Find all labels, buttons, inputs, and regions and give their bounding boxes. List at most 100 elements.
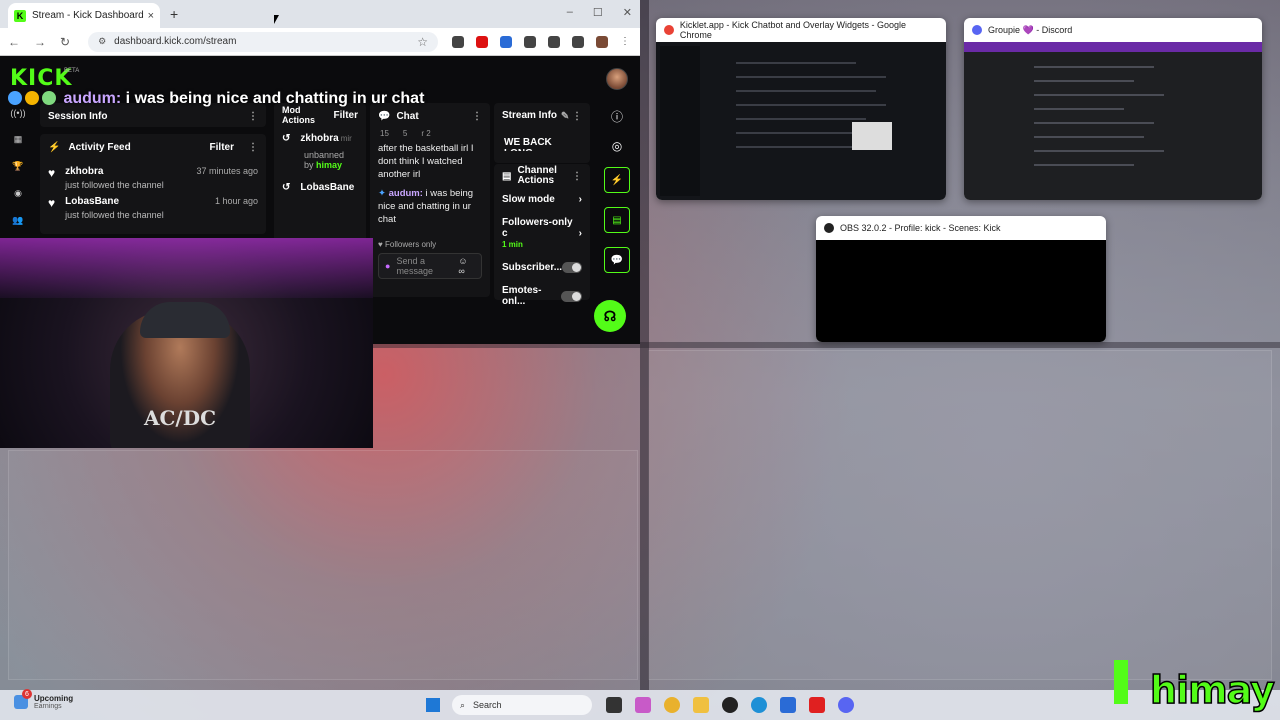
store-icon[interactable] (780, 697, 796, 713)
tab-close-button[interactable]: × (148, 10, 154, 22)
puzzle-extensions-icon[interactable] (524, 35, 536, 48)
notes-button[interactable]: ▤ (604, 207, 630, 233)
avatar[interactable] (606, 68, 628, 90)
followers-only-text: Followers only (384, 240, 437, 249)
mod-actions-title: Mod Actions (282, 105, 316, 125)
overlay-username: audum: (63, 90, 122, 107)
discord-window-thumbnail[interactable]: Groupie 💜 - Discord (964, 18, 1262, 200)
chat-message: ✦ audum: i was being nice and chatting i… (370, 187, 490, 226)
mod-target-name[interactable]: LobasBane (300, 182, 354, 193)
channel-actions-header: ▤ Channel Actions ⋮ (494, 164, 590, 188)
more-icon[interactable]: ⋮ (572, 171, 582, 182)
sidebar-icon[interactable] (548, 35, 560, 48)
followers-only-row[interactable]: Followers-only c1 min › (494, 211, 590, 256)
preview-line (736, 90, 876, 92)
address-bar-row: ← → ↻ ⚙ dashboard.kick.com/stream ☆ ⋮ (0, 28, 640, 56)
emotes-only-toggle[interactable] (561, 290, 582, 302)
url-field[interactable]: ⚙ dashboard.kick.com/stream ☆ (88, 31, 438, 52)
subscriber-label: Subscriber... (502, 262, 563, 273)
mod-filter-button[interactable]: Filter (334, 110, 358, 121)
calendar-nav-icon[interactable]: ▦ (14, 134, 23, 145)
obs-taskbar-icon[interactable] (722, 697, 738, 713)
extension-icon[interactable] (452, 35, 464, 48)
slow-mode-row[interactable]: Slow mode › (494, 188, 590, 211)
preview-line (736, 76, 886, 78)
activity-feed-header: ⚡ Activity Feed Filter ⋮ (40, 134, 266, 160)
reload-button[interactable]: ↻ (60, 35, 70, 49)
stream-title: WE BACK LONG STREAM!! (504, 137, 552, 151)
search-label: Search (473, 700, 502, 710)
back-button[interactable]: ← (8, 35, 20, 49)
extension-icon[interactable] (500, 35, 512, 48)
activity-filter-button[interactable]: Filter (210, 142, 234, 153)
heart-icon: ♥ (48, 196, 56, 210)
chat-popout-button[interactable]: 💬 (604, 247, 630, 273)
widget-title: Upcoming (34, 694, 74, 703)
more-icon[interactable]: ⋮ (248, 111, 258, 122)
new-tab-button[interactable]: + (170, 6, 178, 22)
edit-icon[interactable]: ✎ ⋮ (561, 111, 582, 122)
camera-icon[interactable]: ◎ (612, 139, 622, 153)
more-icon[interactable]: ⋮ (472, 111, 482, 122)
url-text: dashboard.kick.com/stream (114, 36, 237, 47)
browser-tab[interactable]: K Stream - Kick Dashboard × (8, 3, 160, 28)
mod-target-name[interactable]: zkhobra (300, 133, 338, 144)
obs-window-thumbnail[interactable]: OBS 32.0.2 - Profile: kick - Scenes: Kic… (816, 216, 1106, 342)
window-title-bar: OBS 32.0.2 - Profile: kick - Scenes: Kic… (816, 216, 1106, 240)
overlay-accent-bar (1114, 660, 1128, 704)
minimize-button[interactable]: – (567, 6, 573, 19)
chat-username[interactable]: audum: (389, 188, 423, 199)
mouse-cursor-icon (274, 15, 279, 24)
file-explorer-icon[interactable] (693, 697, 709, 713)
downloads-icon[interactable] (572, 35, 584, 48)
site-info-icon[interactable]: ⚙ (98, 36, 106, 47)
opera-extension-icon[interactable] (476, 35, 488, 48)
follower-name[interactable]: LobasBane (65, 196, 164, 207)
moderator-name[interactable]: himay (316, 160, 342, 170)
overlay-chat-message: audum: i was being nice and chatting in … (8, 90, 424, 108)
info-icon[interactable]: ⓘ (611, 108, 623, 125)
chat-panel: 💬 Chat ⋮ 15 5 r 2 after the basketball i… (370, 103, 490, 297)
trophy-nav-icon[interactable]: 🏆 (12, 161, 23, 172)
discord-taskbar-icon[interactable] (838, 697, 854, 713)
window-title: Kicklet.app - Kick Chatbot and Overlay W… (679, 20, 907, 40)
session-info-title: Session Info (48, 110, 108, 122)
camera-nav-icon[interactable]: ◉ (14, 188, 22, 199)
edge-icon[interactable] (751, 697, 767, 713)
slow-mode-label: Slow mode (502, 194, 555, 205)
window-title-bar: Groupie 💜 - Discord (964, 18, 1262, 42)
kicklet-window-thumbnail[interactable]: Kicklet.app - Kick Chatbot and Overlay W… (656, 18, 946, 200)
youtube-icon[interactable] (809, 697, 825, 713)
chrome-taskbar-icon[interactable] (664, 697, 680, 713)
history-icon: ↺ (282, 133, 291, 144)
subscriber-toggle[interactable] (562, 262, 582, 273)
followers-only-duration: 1 min (502, 240, 523, 249)
windows-start-icon[interactable] (426, 698, 440, 712)
list-item: ♥ LobasBane just followed the channel 1 … (40, 196, 266, 226)
chrome-menu-icon[interactable]: ⋮ (620, 36, 632, 48)
copilot-icon[interactable] (635, 697, 651, 713)
window-controls: – ☐ ✕ (567, 6, 632, 19)
follower-name[interactable]: zkhobra (65, 166, 164, 177)
chat-count: 15 (380, 129, 389, 138)
maximize-button[interactable]: ☐ (593, 6, 603, 19)
task-view-icon[interactable] (606, 697, 622, 713)
stream-nav-icon[interactable]: ((•)) (10, 108, 25, 118)
close-window-button[interactable]: ✕ (623, 6, 632, 19)
more-icon[interactable]: ⋮ (248, 142, 258, 153)
forward-button[interactable]: → (34, 35, 46, 49)
profile-avatar-icon[interactable] (596, 35, 608, 48)
quick-action-button[interactable]: ⚡ (604, 167, 630, 193)
stream-info-panel: Stream Info ✎ ⋮ WE BACK LONG STREAM!! (494, 103, 590, 163)
weather-widget[interactable]: 6 Upcoming Earnings (14, 689, 74, 710)
mic-icon[interactable]: ● (385, 261, 390, 271)
cap (140, 302, 230, 338)
taskbar-search[interactable]: ⌕ Search (452, 695, 592, 715)
users-nav-icon[interactable]: 👥 (12, 215, 23, 226)
followers-only-option: Followers-only c1 min (502, 217, 579, 250)
chat-input[interactable]: ● Send a message ☺ ∞ (378, 253, 482, 279)
bookmark-star-icon[interactable]: ☆ (417, 35, 428, 49)
mod-actions-panel: Mod Actions Filter ↺ zkhobra mir unbanned … (274, 103, 366, 243)
emote-icon[interactable]: ☺ ∞ (458, 256, 475, 276)
support-button[interactable]: ☊ (594, 300, 626, 332)
